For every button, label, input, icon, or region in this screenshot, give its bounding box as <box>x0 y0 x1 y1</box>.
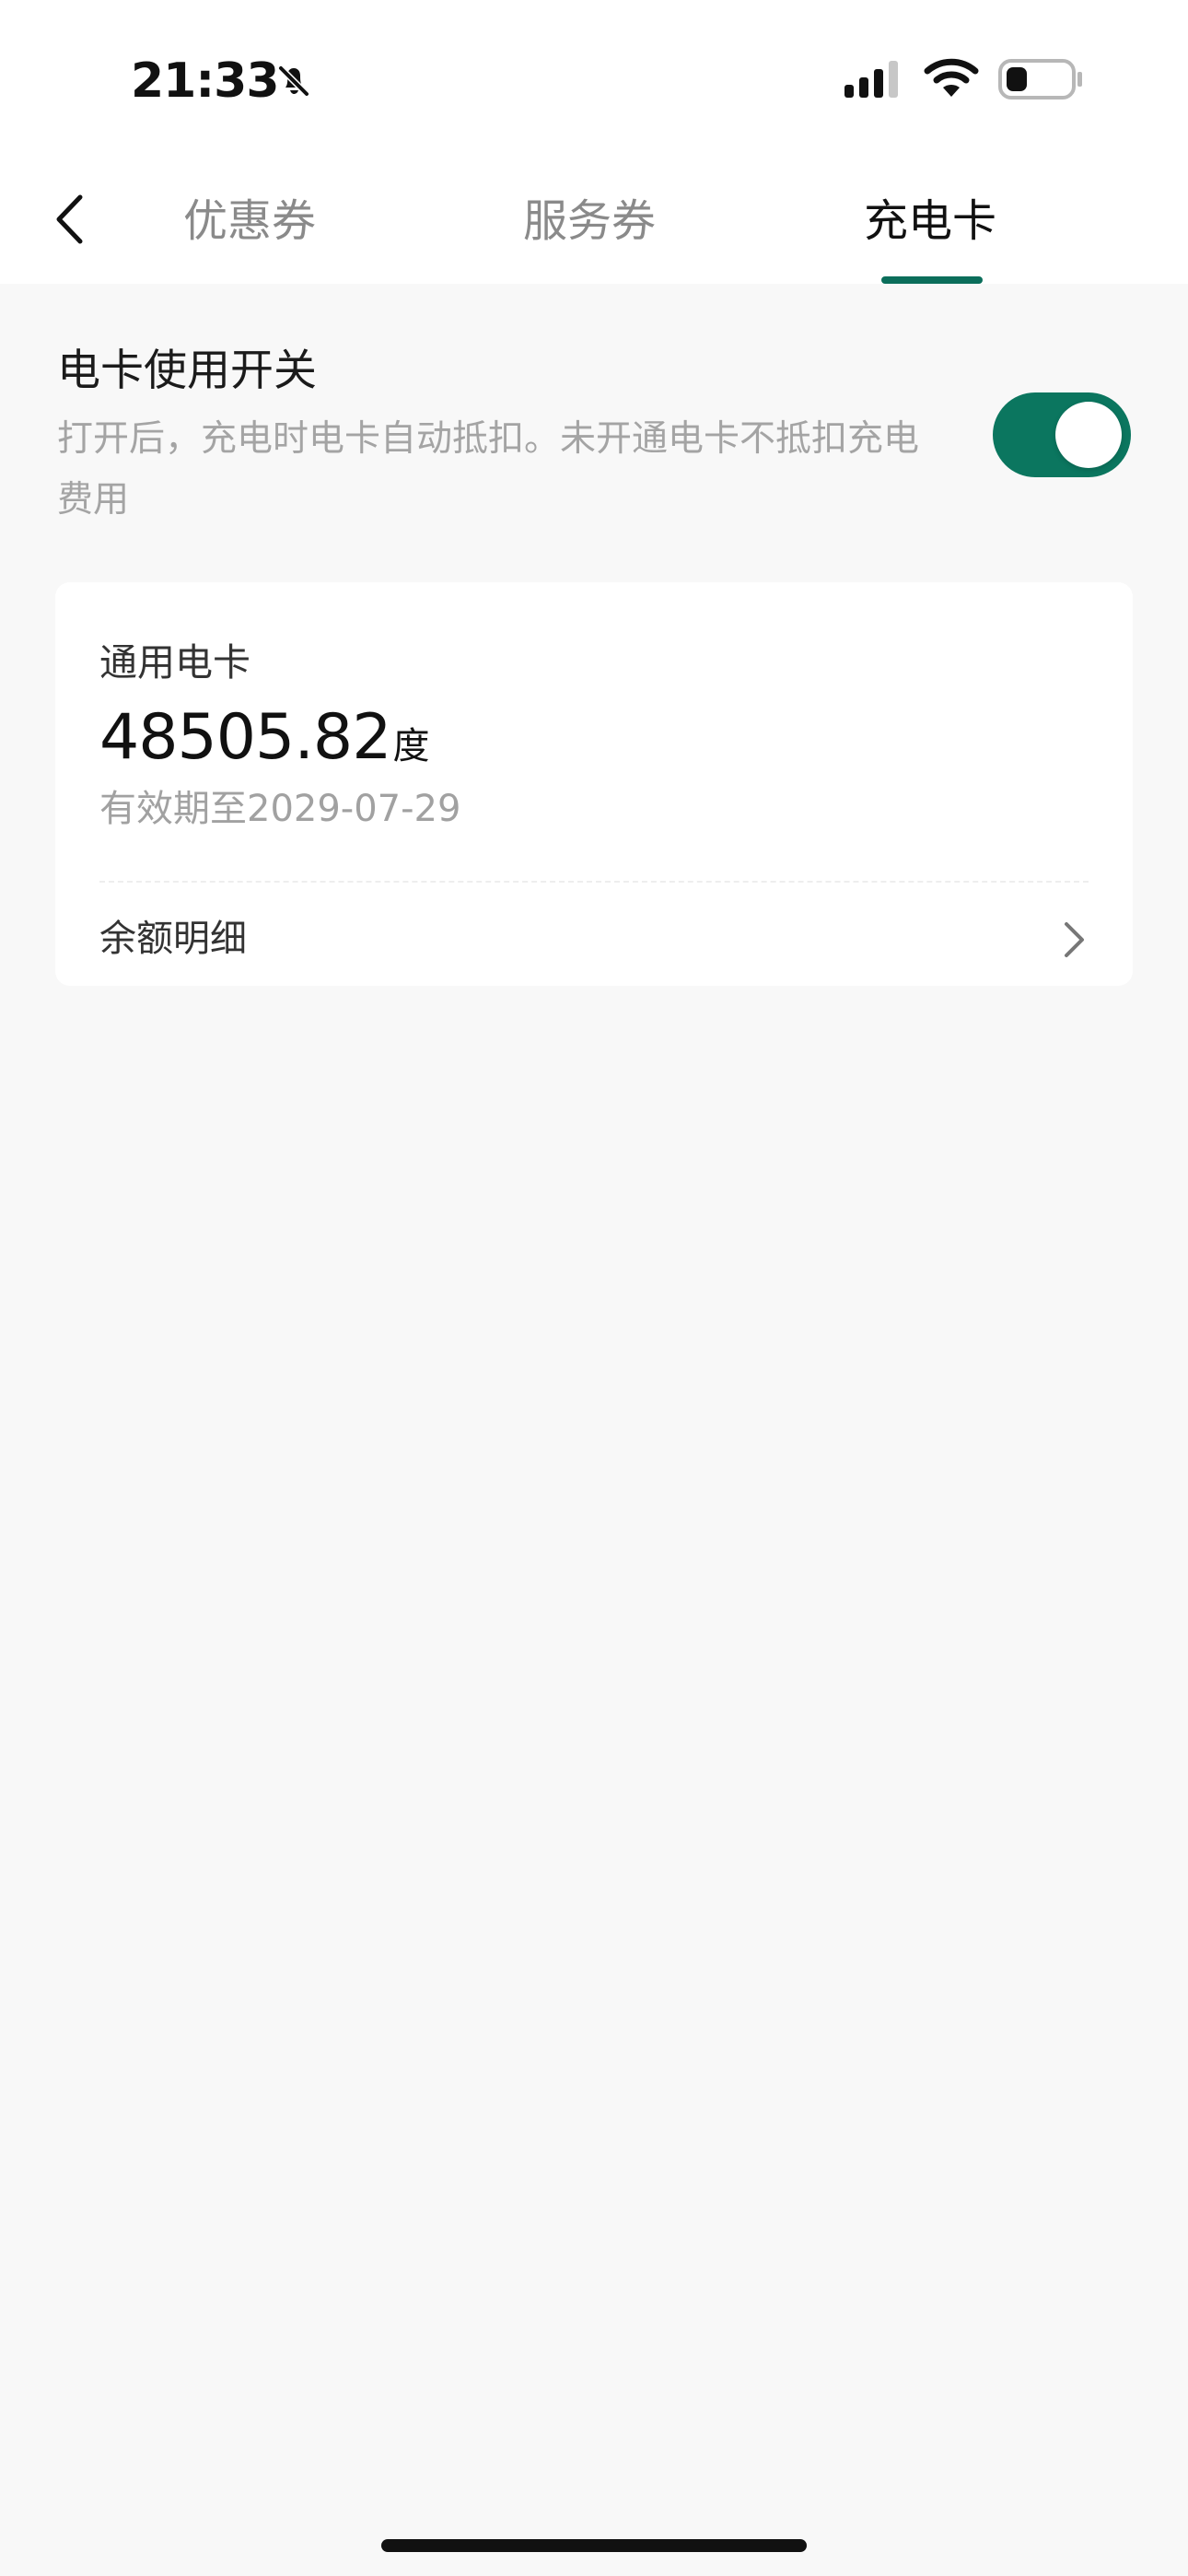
card-usage-toggle[interactable] <box>993 392 1131 477</box>
balance-details-label: 余额明细 <box>99 918 247 960</box>
charge-card-expiry: 有效期至2029-07-29 <box>99 788 461 830</box>
tab-service-coupons[interactable]: 服务券 <box>470 158 709 284</box>
balance-unit: 度 <box>392 725 430 767</box>
tab-coupons[interactable]: 优惠券 <box>130 158 369 284</box>
card-usage-switch-section: 电卡使用开关 打开后，充电时电卡自动抵扣。未开通电卡不抵扣充电费用 <box>0 284 1188 577</box>
chevron-left-icon <box>56 194 83 244</box>
signal-icon <box>843 59 902 100</box>
charge-card-screen: 21:33 优惠券 服务券 充电卡 电卡使用开关 打开后，充电时电卡自动抵扣。未… <box>0 0 1188 2576</box>
charge-card-title: 通用电卡 <box>99 640 250 685</box>
status-time: 21:33 <box>131 53 280 109</box>
wifi-icon <box>923 55 980 100</box>
home-indicator[interactable] <box>381 2539 807 2552</box>
card-usage-switch-description: 打开后，充电时电卡自动抵扣。未开通电卡不抵扣充电费用 <box>57 418 920 521</box>
card-usage-switch-title: 电卡使用开关 <box>57 345 317 396</box>
balance-value: 48505.82 <box>99 701 391 774</box>
bell-off-icon <box>273 59 315 101</box>
charge-card-balance: 48505.82度 <box>99 697 429 788</box>
back-button[interactable] <box>37 182 101 256</box>
status-bar: 21:33 <box>0 0 1188 158</box>
tab-charging-cards[interactable]: 充电卡 <box>810 158 1050 284</box>
chevron-right-icon <box>1065 922 1084 957</box>
general-charge-card: 通用电卡 48505.82度 有效期至2029-07-29 余额明细 <box>55 582 1133 986</box>
card-divider <box>99 881 1089 883</box>
toggle-knob <box>1055 402 1122 468</box>
balance-details-row[interactable]: 余额明细 <box>99 908 1089 973</box>
selected-tab-indicator <box>881 276 983 284</box>
coupon-tabs-header: 优惠券 服务券 充电卡 <box>0 158 1188 284</box>
battery-icon <box>998 57 1085 101</box>
